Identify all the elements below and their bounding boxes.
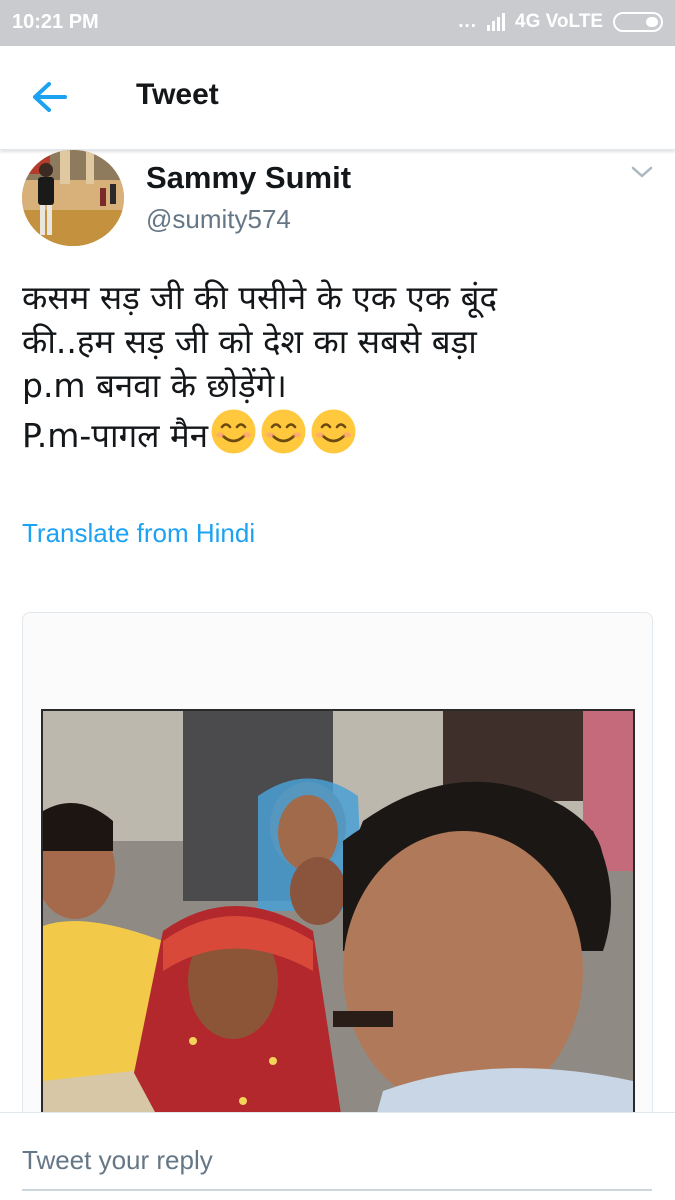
avatar[interactable] (22, 150, 124, 246)
tweet-text-line: कसम सड़ जी की पसीने के एक एक बूंद (22, 278, 498, 317)
smiling-face-emoji-icon (211, 409, 256, 454)
tweet-text-line-last: P.m-पागल मैन (22, 408, 652, 458)
signal-icon (487, 13, 506, 31)
status-bar: 10:21 PM ... 4G VoLTE (0, 0, 675, 46)
battery-icon (613, 12, 663, 32)
status-indicators: ... 4G VoLTE (458, 11, 663, 33)
tweet-photo[interactable] (35, 709, 635, 1129)
user-display-name[interactable]: Sammy Sumit (146, 160, 351, 196)
smiling-face-emoji-icon (261, 409, 306, 454)
notification-dots: ... (458, 11, 478, 32)
page-title: Tweet (136, 78, 219, 111)
media-card[interactable] (22, 612, 653, 1132)
tweet-text-line: p.m बनवा के छोड़ेंगे। (22, 366, 287, 405)
smiling-face-emoji-icon (311, 409, 356, 454)
tweet-text-line: P.m-पागल मैन (22, 416, 209, 455)
user-handle[interactable]: @sumity574 (146, 204, 291, 235)
reply-input-underline (22, 1189, 652, 1191)
chevron-down-icon[interactable] (630, 160, 654, 184)
app-bar: Tweet (0, 46, 675, 150)
status-time: 10:21 PM (12, 11, 99, 33)
reply-input[interactable] (22, 1140, 652, 1180)
translate-link[interactable]: Translate from Hindi (22, 518, 255, 549)
photo-illustration (35, 711, 633, 1127)
tweet-text-line: की..हम सड़ जी को देश का सबसे बड़ा (22, 322, 477, 361)
tweet-text: कसम सड़ जी की पसीने के एक एक बूंद की..हम… (22, 276, 652, 458)
network-type: 4G VoLTE (515, 11, 603, 32)
reply-bar (0, 1112, 675, 1200)
emoji-group (210, 408, 357, 455)
back-arrow-icon[interactable] (30, 80, 70, 114)
